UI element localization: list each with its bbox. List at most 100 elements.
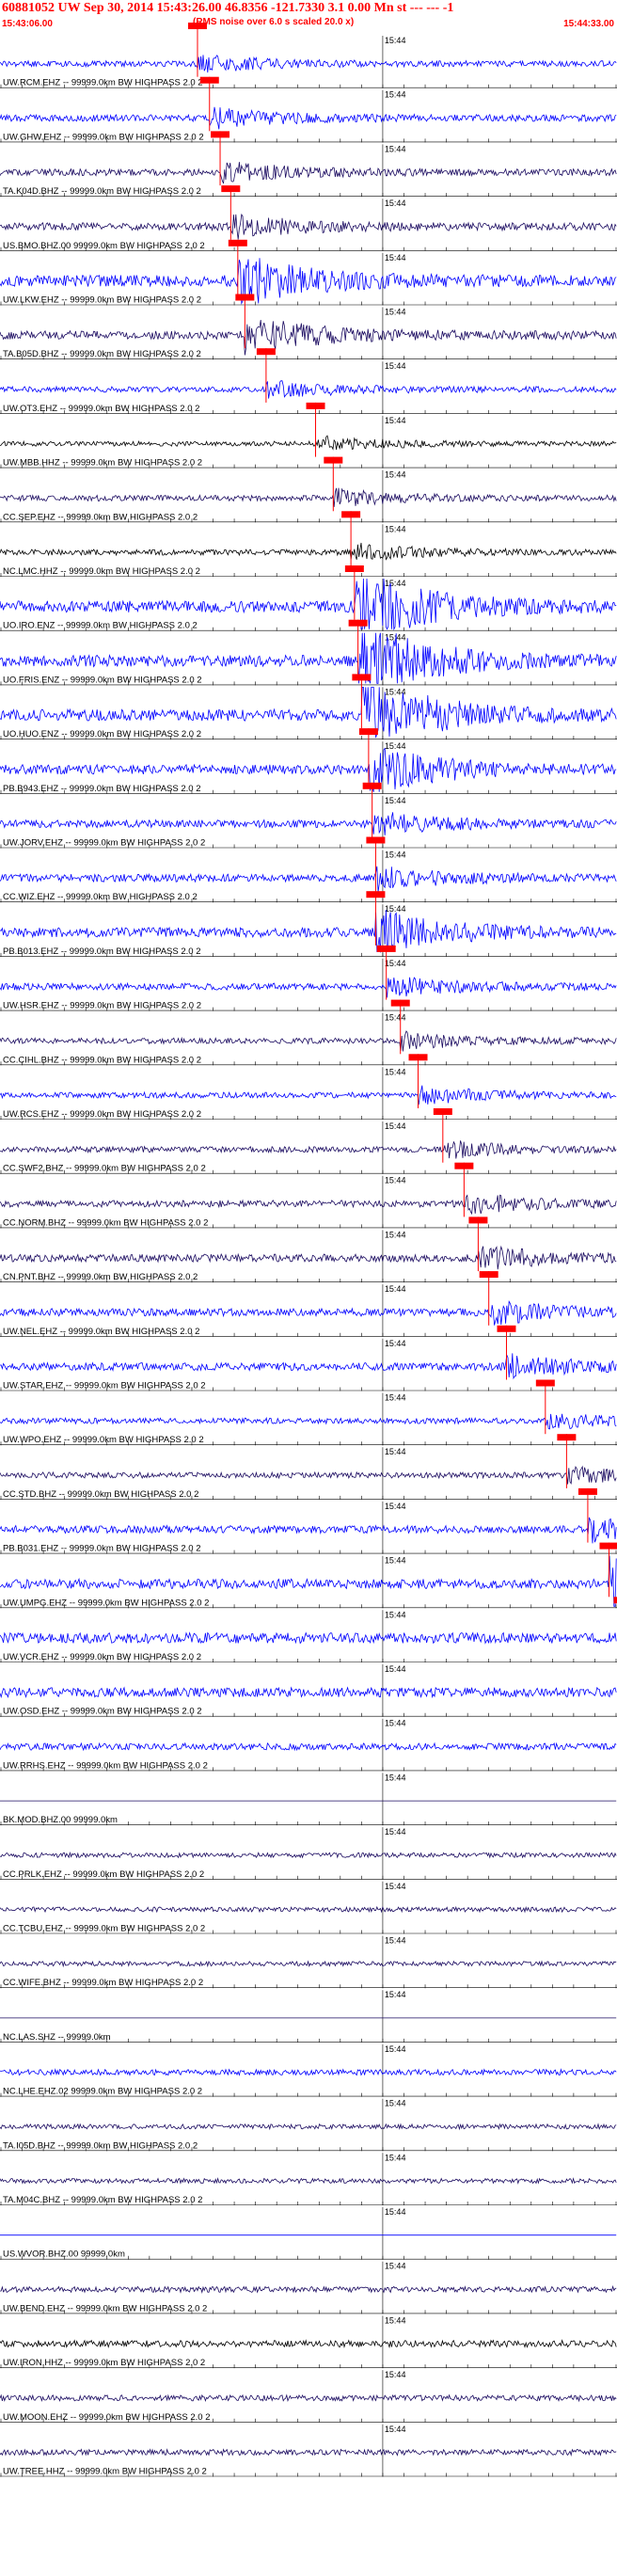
minute-tick-label: 15:44 [385, 1936, 406, 1946]
pick-marker-tag [390, 999, 410, 1007]
minute-tick-label: 15:44 [385, 1556, 406, 1566]
pick-marker-tag [366, 891, 386, 898]
waveform-line [0, 2068, 617, 2076]
minute-tick-label: 15:44 [385, 416, 406, 425]
channel-label: TA.K04D.BHZ -- 99999.0km BW HIGHPASS 2.0… [3, 186, 201, 197]
waveform-line [0, 2123, 617, 2131]
waveform-line [0, 1140, 617, 1159]
waveform-line [0, 1851, 617, 1859]
trace-row: 15:44 UW.MOON.EHZ -- 99999.0km BW HIGHPAS… [0, 2370, 617, 2423]
channel-label: CC.WIZ.EHZ -- 99999.0km BW HIGHPASS 2.0 … [3, 892, 198, 902]
trace-row: 15:44 TA.M04C.BHZ -- 99999.0km BW HIGHPAS… [0, 2153, 617, 2205]
waveform-line [0, 1194, 617, 1216]
channel-label: CC.WIFE.BHZ -- 99999.0km BW HIGHPASS 2.0… [3, 1978, 203, 1988]
channel-label: UW.UMPG.EHZ -- 99999.0km BW HIGHPASS 2.0… [3, 1598, 209, 1608]
waveform-line [0, 1085, 617, 1105]
minute-tick-label: 15:44 [385, 1719, 406, 1728]
pick-marker-tag [376, 945, 396, 952]
channel-label: UW.RCS.EHZ -- 99999.0km BW HIGHPASS 2.0 … [3, 1109, 201, 1120]
waveform-line [0, 2339, 617, 2349]
channel-label: CN.PNT.BHZ -- 99999.0km BW HIGHPASS 2.0 … [3, 1272, 198, 1282]
pick-marker-tag [479, 1271, 498, 1279]
minute-tick-label: 15:44 [385, 2044, 406, 2054]
channel-label: UW.GHW.EHZ -- 99999.0km BW HIGHPASS 2.0 … [3, 132, 204, 142]
pick-marker-tag [221, 185, 241, 193]
channel-label: US.WVOR.BHZ.00 99999.0km [3, 2250, 125, 2260]
pick-marker-tag [433, 1108, 452, 1115]
minute-tick-label: 15:44 [385, 1447, 406, 1456]
trace-row: 15:44 TA.I05D.BHZ -- 99999.0km BW HIGHPAS… [0, 2098, 617, 2152]
pick-marker-tag [324, 456, 343, 464]
minute-tick-label: 15:44 [385, 2207, 406, 2217]
waveform-line [0, 1517, 617, 1544]
minute-tick-label: 15:44 [385, 741, 406, 751]
waveform-line [0, 1245, 617, 1270]
pick-marker-tag [199, 76, 219, 84]
channel-label: UW.TREE.HHZ -- 99999.0km BW HIGHPASS 2.0… [3, 2467, 207, 2477]
channel-label: UW.RCM.EHZ -- 99999.0km BW HIGHPASS 2.0 … [3, 78, 203, 88]
minute-tick-label: 15:44 [385, 2262, 406, 2271]
channel-label: UW.LKW.EHZ -- 99999.0km BW HIGHPASS 2.0 … [3, 295, 201, 306]
seismogram-plot: 15:44 UW.RCM.EHZ -- 99999.0km BW HIGHPASS… [0, 23, 617, 2477]
waveform-line [0, 1413, 617, 1430]
trace-row: 15:44 UW.IRON.HHZ -- 99999.0km BW HIGHPAS… [0, 2315, 617, 2369]
pick-marker-tag [256, 348, 276, 356]
pick-marker-tag [352, 674, 372, 681]
minute-tick-label: 15:44 [385, 1339, 406, 1348]
minute-tick-label: 15:44 [385, 470, 406, 480]
channel-label: TA.M04C.BHZ -- 99999.0km BW HIGHPASS 2.0… [3, 2195, 202, 2205]
trace-row: 15:44 UW.BEND.EHZ -- 99999.0km BW HIGHPAS… [0, 2261, 617, 2314]
trace-row: 15:44 NC.LAS.SHZ -- 99999.0km [0, 1990, 617, 2043]
waveform-line [0, 2284, 617, 2294]
channel-label: TA.B05D.BHZ -- 99999.0km BW HIGHPASS 2.0… [3, 349, 201, 359]
trace-row: 15:44 UW.RCM.EHZ -- 99999.0km BW HIGHPASS… [0, 23, 617, 88]
waveform-line [0, 435, 617, 451]
channel-label: UO.IRO.ENZ -- 99999.0km BW HIGHPASS 2.0 … [3, 621, 198, 631]
channel-label: CC.CIHL.BHZ -- 99999.0km BW HIGHPASS 2.0… [3, 1055, 201, 1065]
trace-row: 15:44 UW.RRHS.EHZ -- 99999.0km BW HIGHPAS… [0, 1718, 617, 1772]
channel-label: UW.STAR.EHZ -- 99999.0km BW HIGHPASS 2.0… [3, 1381, 206, 1391]
waveform-line [0, 1299, 617, 1326]
channel-label: US.BMO.BHZ.00 99999.0km BW HIGHPASS 2.0 … [3, 241, 205, 251]
waveform-line [0, 380, 617, 399]
channel-label: UW.OSD.EHZ -- 99999.0km BW HIGHPASS 2.0 … [3, 1707, 202, 1717]
minute-tick-label: 15:44 [385, 959, 406, 968]
minute-tick-label: 15:44 [385, 1773, 406, 1782]
channel-label: CC.NORM.BHZ -- 99999.0km BW HIGHPASS 2.0… [3, 1217, 208, 1228]
channel-label: PB.B943.EHZ -- 99999.0km BW HIGHPASS 2.0… [3, 784, 201, 794]
minute-tick-label: 15:44 [385, 579, 406, 588]
pick-marker-tag [468, 1216, 488, 1224]
minute-tick-label: 15:44 [385, 1013, 406, 1023]
pick-marker-tag [341, 511, 361, 518]
pick-marker-tag [228, 239, 247, 246]
minute-tick-label: 15:44 [385, 1664, 406, 1674]
minute-tick-label: 15:44 [385, 1121, 406, 1131]
minute-tick-label: 15:44 [385, 1610, 406, 1619]
trace-row: 15:44 NC.LHE.EHZ.02 99999.0km BW HIGHPASS… [0, 2043, 617, 2097]
minute-tick-label: 15:44 [385, 1067, 406, 1076]
channel-label: UW.MOON.EHZ -- 99999.0km BW HIGHPASS 2.0… [3, 2412, 211, 2423]
minute-tick-label: 15:44 [385, 199, 406, 208]
waveform-line [0, 2177, 617, 2185]
waveform-line [0, 1741, 617, 1752]
pick-marker-tag [497, 1325, 516, 1332]
channel-label: NC.LHE.EHZ.02 99999.0km BW HIGHPASS 2.0 … [3, 2087, 202, 2097]
channel-label: UW.OT3.EHZ -- 99999.0km BW HIGHPASS 2.0 … [3, 404, 199, 414]
channel-label: CC.SWF2.BHZ -- 99999.0km BW HIGHPASS 2.0… [3, 1164, 206, 1174]
minute-tick-label: 15:44 [385, 1393, 406, 1403]
channel-label: TA.I05D.BHZ -- 99999.0km BW HIGHPASS 2.0… [3, 2140, 198, 2151]
waveform-line [0, 1960, 617, 1968]
channel-label: BK.MOD.BHZ.00 99999.0km [3, 1815, 118, 1825]
pick-marker-tag [306, 402, 325, 409]
waveform-line [0, 55, 617, 73]
minute-tick-label: 15:44 [385, 1230, 406, 1239]
minute-tick-label: 15:44 [385, 2153, 406, 2162]
pick-marker-tag [408, 1054, 428, 1061]
pick-marker-tag [187, 23, 207, 29]
channel-label: NC.LMC.HHZ -- 99999.0km BW HIGHPASS 2.0 … [3, 566, 200, 577]
minute-tick-label: 15:44 [385, 361, 406, 371]
trace-row: 15:44 UW.TREE.HHZ -- 99999.0km BW HIGHPAS… [0, 2424, 617, 2477]
trace-row: 15:44 US.WVOR.BHZ.00 99999.0km [0, 2207, 617, 2260]
minute-tick-label: 15:44 [385, 1990, 406, 1999]
waveform-line [0, 866, 617, 893]
